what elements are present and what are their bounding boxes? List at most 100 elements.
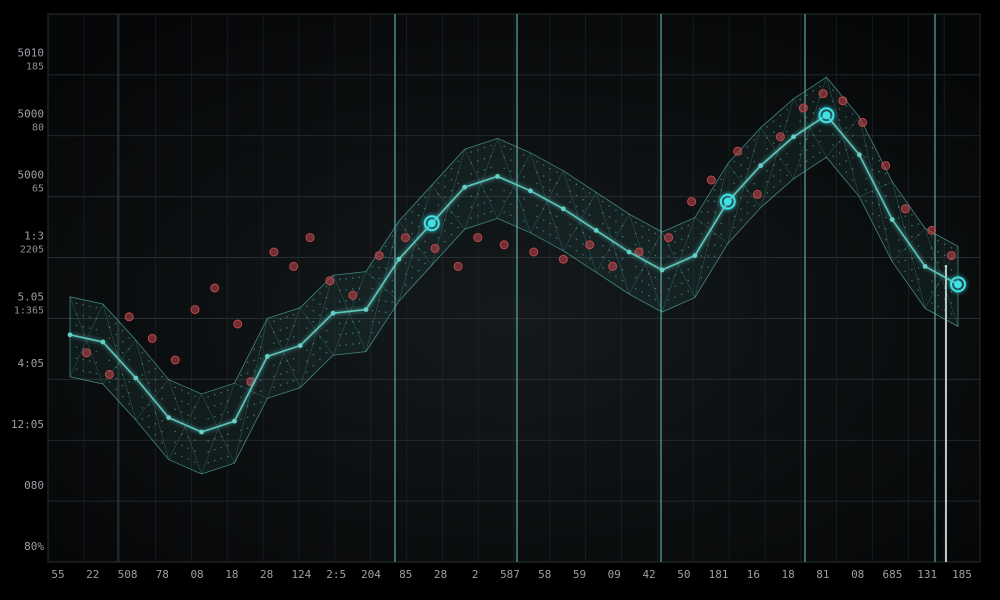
scatter-point [585,240,595,250]
mesh-dot [115,322,117,325]
mesh-dot [286,338,288,340]
mesh-dot [930,247,933,249]
mesh-dot [516,151,519,153]
mesh-dot [306,349,308,351]
scatter-point [608,261,618,271]
mesh-dot [542,175,545,177]
mesh-dot [766,170,769,172]
highlight-node-core [822,111,831,120]
mesh-dot [141,374,144,376]
mesh-dot [121,395,124,398]
mesh-dot [181,444,183,447]
mesh-dot [641,291,644,294]
mesh-dot [917,223,920,225]
mesh-dot [871,146,874,149]
y-tick-sublabel: 1:365 [14,305,44,316]
mesh-dot [884,238,887,241]
mesh-dot [161,441,163,444]
mesh-dot [358,298,361,301]
mesh-dot [713,211,716,213]
mesh-dot [128,392,130,394]
mesh-dot [621,279,624,282]
mesh-dot [819,140,821,143]
mesh-dot [227,389,229,392]
mesh-dot [417,203,420,206]
mesh-dot [805,138,808,140]
series-point [264,354,270,359]
mesh-dot [457,160,459,163]
mesh-dot [477,149,479,151]
mesh-dot [845,127,847,129]
mesh-dot [799,142,801,145]
mesh-dot [555,226,558,228]
mesh-dot [937,294,940,297]
mesh-dot [424,196,427,199]
mesh-dot [555,215,558,217]
x-tick-label: 59 [573,568,586,581]
mesh-dot [115,333,117,336]
mesh-dot [194,461,196,463]
mesh-dot [917,234,920,236]
mesh-dot [207,451,209,453]
mesh-dot [352,288,354,290]
mesh-dot [819,107,821,110]
mesh-dot [220,391,223,394]
mesh-dot [536,182,538,185]
scatter-point [946,251,956,261]
series-point [495,174,500,179]
mesh-dot [437,237,440,239]
mesh-dot [174,386,177,389]
scatter-point [900,204,910,214]
mesh-dot [444,175,446,177]
mesh-dot [338,278,341,281]
mesh-dot [700,211,703,213]
mesh-dot [904,259,907,262]
mesh-dot [141,352,144,354]
y-tick-label: 080 [24,479,44,492]
mesh-dot [246,372,249,375]
mesh-dot [483,157,486,160]
mesh-dot [884,227,887,230]
mesh-dot [75,302,78,305]
mesh-dot [490,199,492,202]
series-point [659,267,665,273]
mesh-dot [812,90,815,92]
mesh-dot [588,192,591,194]
mesh-dot [108,381,111,384]
mesh-dot [286,371,288,373]
mesh-dot [246,427,249,430]
mesh-dot [707,222,709,224]
mesh-dot [746,212,749,214]
mesh-dot [174,397,177,400]
mesh-dot [312,320,315,323]
mesh-dot [404,284,407,286]
mesh-dot [720,244,722,247]
mesh-dot [621,224,624,227]
mesh-dot [240,440,242,443]
mesh-dot [207,462,209,464]
mesh-dot [148,360,150,362]
mesh-dot [490,210,492,213]
mesh-dot [516,217,519,219]
mesh-dot [648,251,650,253]
scatter-point [529,247,539,257]
mesh-dot [700,266,703,268]
scatter-point [634,247,644,257]
mesh-dot [227,444,229,447]
mesh-dot [799,164,801,167]
x-tick-label: 18 [225,568,238,581]
mesh-dot [253,403,255,406]
mesh-dot [819,151,821,154]
scatter-point [124,312,134,322]
mesh-dot [575,183,578,186]
mesh-dot [523,220,525,222]
mesh-dot [207,418,209,420]
mesh-dot [279,340,282,342]
mesh-dot [733,160,736,163]
mesh-dot [404,273,407,275]
y-tick-label: 80% [24,540,44,553]
mesh-dot [312,342,315,345]
mesh-dot [358,342,361,345]
mesh-dot [509,192,512,194]
mesh-dot [555,182,558,184]
